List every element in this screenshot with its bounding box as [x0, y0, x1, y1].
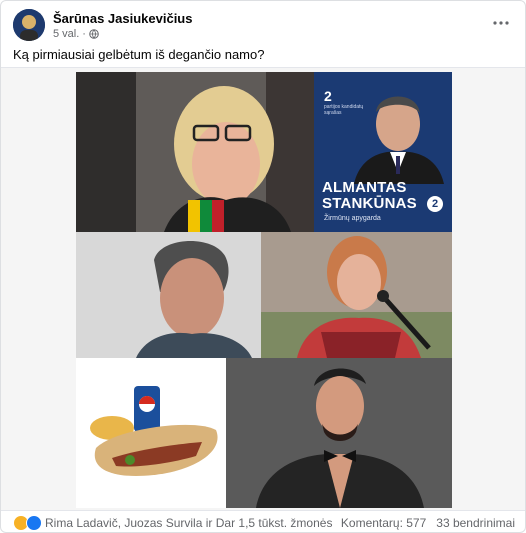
post-media[interactable]: 2 partijos kandidatų sąrašas ALMANTAS ST…	[1, 67, 525, 511]
avatar-image	[13, 9, 45, 41]
more-options-icon[interactable]	[489, 11, 513, 35]
post-text: Ką pirmiausiai gelbėtum iš degančio namo…	[13, 47, 265, 62]
comments-count[interactable]: Komentarų: 577	[341, 516, 426, 530]
poster-number-badge: 2	[427, 196, 443, 212]
shares-count[interactable]: 33 bendrinimai	[436, 516, 515, 530]
post-meta: 5 val. ·	[53, 28, 99, 40]
reactors-summary[interactable]: Rima Ladavič, Juozas Survila ir Dar 1,5 …	[45, 516, 332, 530]
author-name[interactable]: Šarūnas Jasiukevičius	[53, 11, 192, 26]
photo-man-profile[interactable]	[76, 232, 261, 358]
reaction-icons[interactable]	[13, 515, 42, 531]
post-card: Šarūnas Jasiukevičius 5 val. · Ką pirmia…	[0, 0, 526, 533]
campaign-poster[interactable]: 2 partijos kandidatų sąrašas ALMANTAS ST…	[314, 72, 452, 232]
photo-woman-microphone[interactable]	[261, 232, 452, 358]
poster-candidate-name: ALMANTAS STANKŪNAS	[322, 180, 417, 212]
post-header: Šarūnas Jasiukevičius 5 val. ·	[13, 9, 515, 45]
avatar[interactable]	[13, 9, 45, 41]
poster-name-line1: ALMANTAS	[322, 179, 407, 196]
globe-icon[interactable]	[89, 29, 99, 39]
photo-man-bowtie[interactable]	[226, 358, 452, 508]
image-collage[interactable]: 2 partijos kandidatų sąrašas ALMANTAS ST…	[76, 72, 452, 508]
poster-district: Žirmūnų apygarda	[324, 215, 381, 222]
poster-list-caption: partijos kandidatų sąrašas	[324, 104, 364, 116]
photo-woman-glasses[interactable]	[76, 72, 314, 232]
poster-name-line2: STANKŪNAS	[322, 195, 417, 212]
engagement-counts: Komentarų: 577 33 bendrinimai	[341, 516, 515, 530]
post-footer: Rima Ladavič, Juozas Survila ir Dar 1,5 …	[13, 514, 515, 532]
like-reaction-icon	[26, 515, 42, 531]
poster-list-number: 2	[324, 88, 332, 104]
meta-separator: ·	[82, 28, 86, 40]
post-time[interactable]: 5 val.	[53, 28, 79, 40]
photo-kebab-meal[interactable]	[76, 358, 226, 508]
